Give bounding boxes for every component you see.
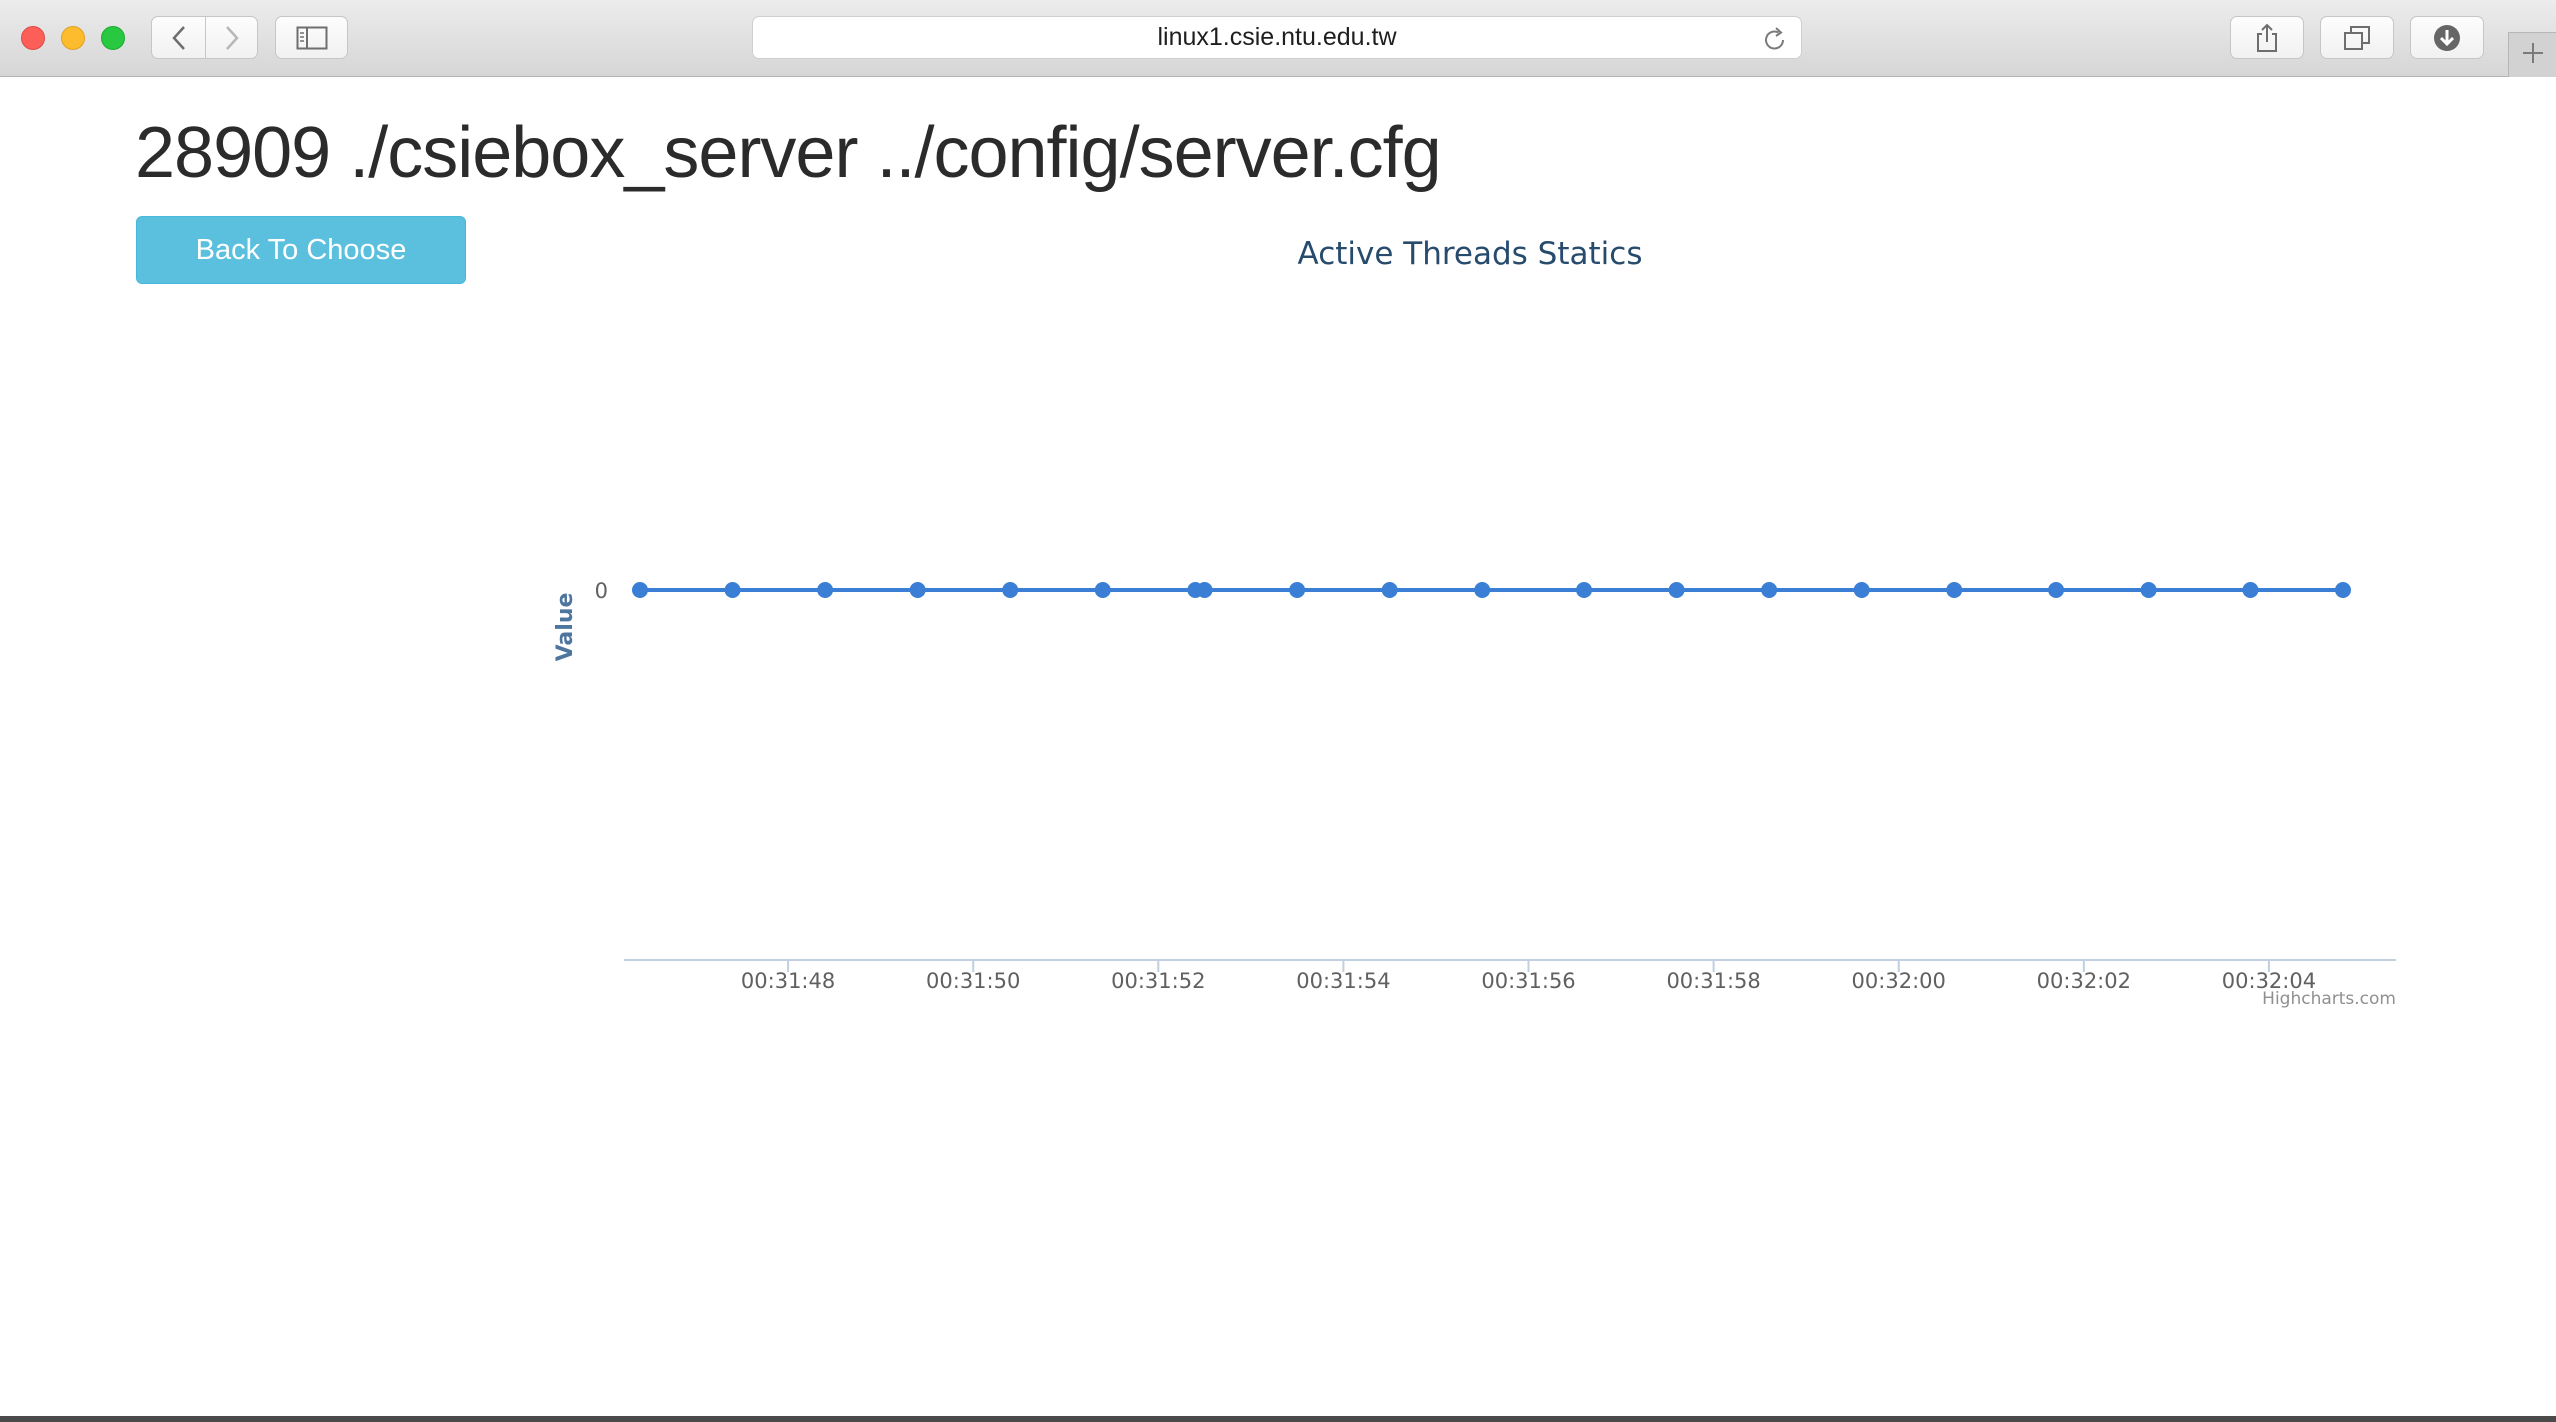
chart-title: Active Threads Statics: [1298, 236, 1643, 272]
data-point[interactable]: [817, 582, 834, 598]
window-bottom-edge: [0, 1416, 2556, 1422]
data-point[interactable]: [909, 582, 926, 598]
x-tick-label: 00:31:52: [1111, 969, 1205, 993]
data-point[interactable]: [2334, 582, 2351, 598]
active-threads-chart: Active Threads Statics Value 0 00:31:48 0…: [553, 236, 2396, 1009]
series-layer: [632, 582, 2351, 598]
x-tick-label: 00:31:56: [1481, 969, 1575, 993]
data-point[interactable]: [1576, 582, 1593, 598]
data-point[interactable]: [724, 582, 741, 598]
x-tick-label: 00:31:50: [926, 969, 1020, 993]
data-point[interactable]: [1668, 582, 1685, 598]
data-point[interactable]: [2048, 582, 2065, 598]
data-point[interactable]: [1289, 582, 1306, 598]
data-point[interactable]: [2242, 582, 2259, 598]
data-point[interactable]: [1946, 582, 1963, 598]
highcharts-credit[interactable]: Highcharts.com: [2262, 989, 2396, 1009]
data-point[interactable]: [2140, 582, 2157, 598]
x-tick-label: 00:32:00: [1852, 969, 1946, 993]
data-point[interactable]: [1853, 582, 1870, 598]
data-point[interactable]: [1002, 582, 1019, 598]
x-tick-label: 00:32:02: [2037, 969, 2131, 993]
y-axis-labels: 0: [595, 579, 608, 603]
data-point[interactable]: [1474, 582, 1491, 598]
data-point[interactable]: [1761, 582, 1778, 598]
x-tick-label: 00:31:58: [1666, 969, 1760, 993]
x-tick-label: 00:31:48: [741, 969, 835, 993]
data-point[interactable]: [632, 582, 648, 598]
data-point[interactable]: [1094, 582, 1111, 598]
data-point[interactable]: [1196, 582, 1213, 598]
y-axis-title: Value: [553, 593, 578, 662]
data-point[interactable]: [1381, 582, 1398, 598]
x-tick-label: 00:31:54: [1296, 969, 1390, 993]
y-tick-label: 0: [595, 579, 608, 603]
x-axis-labels: 00:31:48 00:31:50 00:31:52 00:31:54 00:31:56…: [741, 960, 2316, 993]
